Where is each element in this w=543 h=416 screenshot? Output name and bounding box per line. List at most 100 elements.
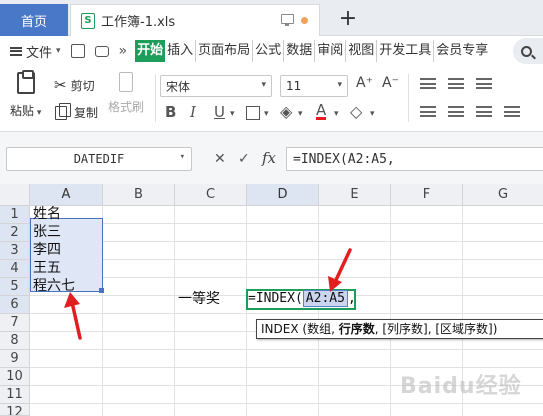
tab-view[interactable]: 视图	[345, 40, 376, 62]
fill-handle[interactable]	[99, 288, 104, 293]
align-top-icon[interactable]	[420, 78, 436, 89]
workbook-tab[interactable]: S 工作簿-1.xls	[70, 4, 320, 36]
menu-bar: 文件 ▾ » 开始 插入 页面布局 公式 数据 审阅 视图 开发工具 会员专享	[0, 36, 543, 66]
grid-line	[30, 349, 543, 350]
row-header-12[interactable]: 12	[0, 404, 30, 416]
cell-c6[interactable]: 一等奖	[175, 290, 220, 308]
fill-color-icon[interactable]: ◈	[280, 102, 292, 121]
chevron-down-icon[interactable]: ▾	[298, 109, 303, 119]
row-header-9[interactable]: 9	[0, 350, 30, 368]
chevron-down-icon[interactable]: ▾	[370, 109, 375, 119]
row-header-5[interactable]: 5	[0, 278, 30, 296]
save-icon[interactable]	[70, 44, 85, 58]
tab-data[interactable]: 数据	[283, 40, 314, 62]
paste-label: 粘贴 ▾	[10, 104, 42, 118]
monitor-icon[interactable]	[281, 14, 294, 26]
row-header-2[interactable]: 2	[0, 224, 30, 242]
format-painter-label: 格式刷	[108, 100, 145, 114]
more-icon[interactable]: »	[119, 43, 128, 59]
tab-developer[interactable]: 开发工具	[376, 40, 433, 62]
column-header-g[interactable]: G	[463, 184, 543, 206]
cut-button[interactable]: ✂ 剪切	[54, 76, 95, 94]
row-header-11[interactable]: 11	[0, 386, 30, 404]
column-header-b[interactable]: B	[103, 184, 175, 206]
cancel-icon[interactable]: ✕	[214, 151, 226, 167]
row-header-3[interactable]: 3	[0, 242, 30, 260]
search-button[interactable]	[513, 38, 543, 64]
print-icon[interactable]	[94, 45, 109, 57]
home-tab[interactable]: 首页	[0, 4, 68, 36]
tab-review[interactable]: 审阅	[314, 40, 345, 62]
cell-a3[interactable]: 李四	[30, 241, 61, 259]
tab-member[interactable]: 会员专享	[433, 40, 490, 62]
file-menu-button[interactable]: 文件 ▾	[0, 42, 61, 61]
edit-prefix: =INDEX(	[248, 291, 303, 306]
cell-d6-editing[interactable]: =INDEX(A2:A5,	[248, 290, 356, 308]
underline-button[interactable]: U	[214, 103, 225, 121]
paste-button[interactable]: 粘贴 ▾	[10, 70, 42, 119]
font-name-select[interactable]: 宋体 ▾	[160, 75, 272, 97]
formula-bar: DATEDIF ▾ ✕ ✓ fx =INDEX(A2:A5,	[0, 132, 543, 184]
function-argument-tooltip[interactable]: INDEX (数组, 行序数, [列序数], [区域序数])	[256, 319, 543, 339]
cut-label: 剪切	[70, 78, 95, 93]
shrink-font-button[interactable]: A⁻	[382, 75, 399, 91]
align-middle-icon[interactable]	[448, 78, 464, 89]
annotation-arrow-up	[64, 292, 82, 340]
tab-start[interactable]: 开始	[135, 40, 166, 62]
column-header-c[interactable]: C	[175, 184, 247, 206]
confirm-icon[interactable]: ✓	[238, 151, 250, 167]
row-header-10[interactable]: 10	[0, 368, 30, 386]
eraser-icon[interactable]: ◇	[350, 102, 362, 121]
formula-input-value: =INDEX(A2:A5,	[293, 151, 395, 167]
chevron-down-icon[interactable]: ▾	[264, 109, 269, 119]
formula-input[interactable]: =INDEX(A2:A5,	[286, 147, 543, 171]
font-color-button[interactable]: A	[316, 103, 327, 120]
format-painter-button[interactable]: 格式刷	[108, 72, 144, 115]
cell-a4[interactable]: 王五	[30, 259, 61, 277]
tab-formulas[interactable]: 公式	[252, 40, 283, 62]
row-header-8[interactable]: 8	[0, 332, 30, 350]
new-tab-button[interactable]: +	[334, 4, 362, 32]
tab-bar: 首页 S 工作簿-1.xls +	[0, 0, 543, 36]
workbook-tab-label: 工作簿-1.xls	[101, 15, 176, 30]
chevron-down-icon[interactable]: ▾	[230, 109, 235, 119]
grid-line	[30, 277, 543, 278]
copy-button[interactable]: 复制	[55, 102, 98, 121]
italic-button[interactable]: I	[190, 103, 196, 121]
align-right-icon[interactable]	[476, 106, 492, 117]
spreadsheet-file-icon: S	[81, 12, 95, 29]
row-header-7[interactable]: 7	[0, 314, 30, 332]
justify-icon[interactable]	[504, 106, 520, 117]
row-header-4[interactable]: 4	[0, 260, 30, 278]
insert-function-icon[interactable]: fx	[262, 149, 276, 167]
cell-a1[interactable]: 姓名	[30, 205, 61, 223]
name-box[interactable]: DATEDIF ▾	[6, 147, 192, 171]
row-header-1[interactable]: 1	[0, 206, 30, 224]
hamburger-icon	[10, 46, 22, 56]
tooltip-current-arg: 行序数	[338, 322, 375, 336]
chevron-down-icon: ▾	[337, 80, 342, 90]
font-size-select[interactable]: 11 ▾	[280, 75, 348, 97]
name-box-value: DATEDIF	[73, 152, 125, 166]
tab-page-layout[interactable]: 页面布局	[195, 40, 252, 62]
edit-suffix: ,	[347, 291, 356, 306]
chevron-down-icon[interactable]: ▾	[334, 109, 339, 119]
select-all-corner[interactable]	[0, 184, 30, 206]
row-header-6[interactable]: 6	[0, 296, 30, 314]
column-header-e[interactable]: E	[319, 184, 391, 206]
align-center-icon[interactable]	[448, 106, 464, 117]
column-header-d[interactable]: D	[247, 184, 319, 206]
watermark-logo: Baidu经验	[400, 374, 522, 399]
align-bottom-icon[interactable]	[476, 78, 492, 89]
align-left-icon[interactable]	[420, 106, 436, 117]
tab-insert[interactable]: 插入	[165, 40, 195, 62]
chevron-down-icon: ▾	[179, 152, 185, 162]
cell-a2[interactable]: 张三	[30, 223, 61, 241]
grow-font-button[interactable]: A⁺	[356, 75, 373, 91]
column-header-a[interactable]: A	[30, 184, 103, 206]
chevron-down-icon: ▾	[56, 46, 61, 56]
border-icon[interactable]	[246, 106, 260, 120]
bold-button[interactable]: B	[165, 103, 176, 121]
column-header-f[interactable]: F	[391, 184, 463, 206]
format-brush-icon	[119, 72, 133, 92]
